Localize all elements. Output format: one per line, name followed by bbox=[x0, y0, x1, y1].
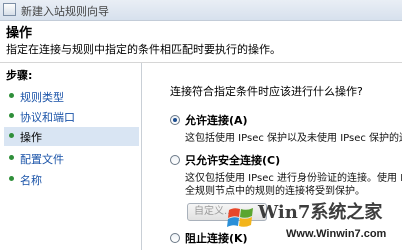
steps-heading: 步骤: bbox=[6, 69, 33, 82]
allow-secure-desc-line2: 全规则节点中的规则的连接将受到保护。 bbox=[185, 186, 365, 197]
step-label: 规则类型 bbox=[20, 91, 64, 104]
step-profile[interactable]: 配置文件 bbox=[4, 149, 139, 168]
watermark-text: Win7系统之家 bbox=[258, 202, 383, 223]
step-label: 操作 bbox=[20, 131, 42, 144]
step-protocol-port[interactable]: 协议和端口 bbox=[4, 107, 139, 126]
action-question: 连接符合指定条件时应该进行什么操作? bbox=[170, 85, 363, 98]
watermark-url: Www.Winwin7.com bbox=[286, 228, 387, 240]
allow-secure-radio[interactable] bbox=[170, 155, 180, 165]
step-label: 配置文件 bbox=[20, 153, 64, 166]
step-name[interactable]: 名称 bbox=[4, 170, 139, 189]
windows-logo-icon bbox=[227, 208, 253, 227]
wizard-header: 操作 指定在连接与规则中指定的条件相匹配时要执行的操作。 bbox=[0, 21, 402, 63]
window-title: 新建入站规则向导 bbox=[21, 5, 109, 18]
app-icon bbox=[3, 3, 16, 16]
step-bullet-icon bbox=[9, 176, 14, 181]
step-bullet-icon bbox=[9, 133, 14, 138]
step-action[interactable]: 操作 bbox=[4, 127, 139, 146]
steps-sidebar: 步骤: 规则类型 协议和端口 操作 配置文件 名称 bbox=[0, 63, 142, 250]
block-connection-radio[interactable] bbox=[170, 233, 180, 243]
step-label: 协议和端口 bbox=[20, 111, 75, 124]
allow-connection-label[interactable]: 允许连接(A) bbox=[185, 112, 248, 128]
allow-secure-label[interactable]: 只允许安全连接(C) bbox=[185, 152, 280, 168]
step-bullet-icon bbox=[9, 93, 14, 98]
page-description: 指定在连接与规则中指定的条件相匹配时要执行的操作。 bbox=[6, 43, 281, 56]
allow-connection-desc: 这包括使用 IPsec 保护以及未使用 IPsec 保护的连接 bbox=[185, 133, 402, 144]
page-title: 操作 bbox=[6, 26, 33, 41]
step-label: 名称 bbox=[20, 174, 42, 187]
step-bullet-icon bbox=[9, 155, 14, 160]
step-bullet-icon bbox=[9, 113, 14, 118]
step-rule-type[interactable]: 规则类型 bbox=[4, 87, 139, 106]
allow-connection-radio[interactable] bbox=[170, 115, 180, 125]
title-bar: 新建入站规则向导 bbox=[0, 0, 402, 21]
